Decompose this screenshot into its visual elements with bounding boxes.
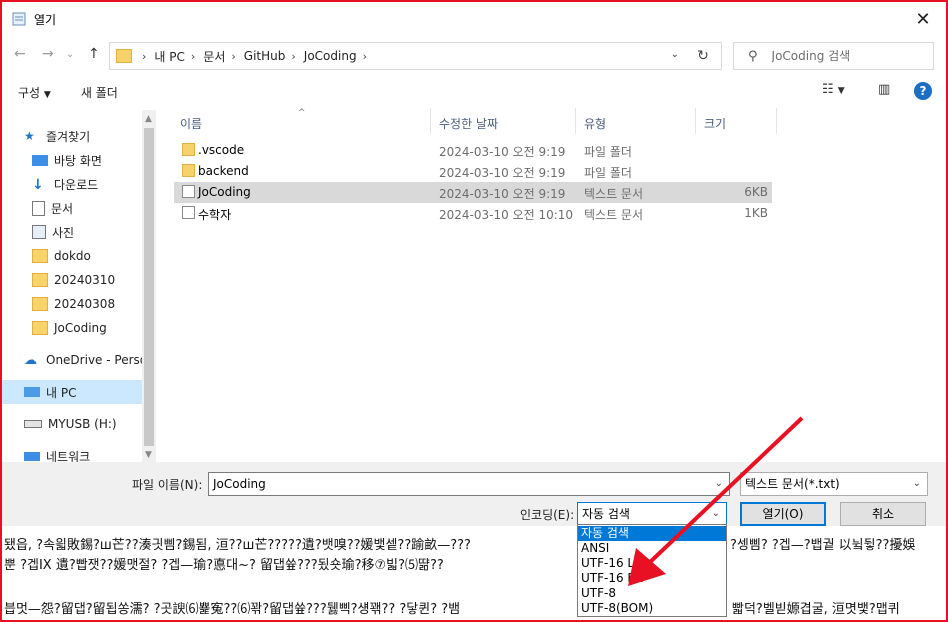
- screenshot-frame: [0, 0, 948, 622]
